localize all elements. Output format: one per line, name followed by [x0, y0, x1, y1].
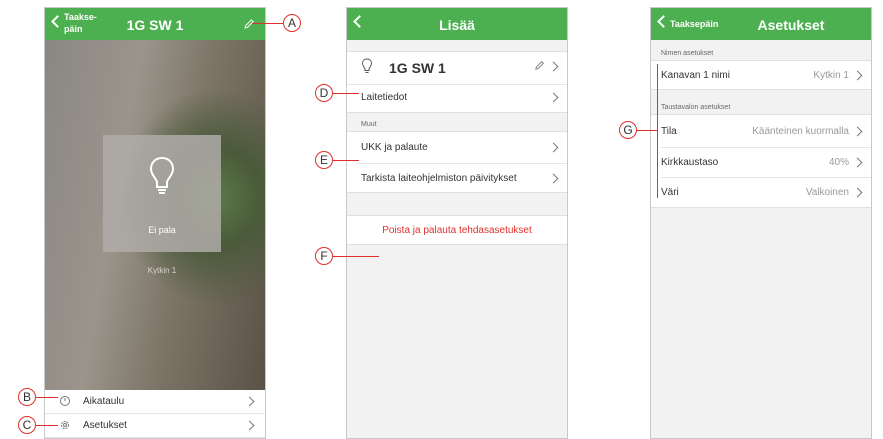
callout-d: D [315, 84, 333, 102]
chevron-right-icon [548, 173, 559, 184]
chevron-right-icon [244, 420, 255, 431]
bulb-icon [361, 58, 373, 73]
channel-name-row[interactable]: Kanavan 1 nimi Kytkin 1 [651, 61, 871, 89]
device-info-label: Laitetiedot [361, 92, 408, 103]
chevron-right-icon [548, 142, 559, 153]
color-label: Väri [661, 187, 679, 198]
more-screen: Lisää 1G SW 1 Laitetiedot Muut UKK ja pa… [346, 7, 568, 439]
header-bar: Taakse- päin 1G SW 1 [45, 8, 265, 40]
color-row[interactable]: Väri Valkoinen [651, 178, 871, 206]
switch-state: Ei pala [148, 225, 176, 235]
bottom-list: Aikataulu Asetukset [45, 390, 265, 438]
callout-line [36, 425, 58, 426]
name-card: Kanavan 1 nimi Kytkin 1 [651, 60, 871, 90]
callout-a: A [283, 14, 301, 32]
section-name-settings: Nimen asetukset [661, 50, 714, 57]
callout-c: C [18, 416, 36, 434]
pencil-icon[interactable] [534, 60, 545, 71]
bulb-icon [149, 156, 175, 194]
callout-line [36, 397, 58, 398]
brightness-value: 40% [828, 157, 849, 168]
callout-line [252, 23, 284, 24]
callout-f: F [315, 247, 333, 265]
header-bar: Lisää [347, 8, 567, 40]
brightness-label: Kirkkaustaso [661, 157, 719, 168]
callout-e: E [315, 151, 333, 169]
channel-name-value: Kytkin 1 [813, 70, 849, 81]
callout-b: B [18, 388, 36, 406]
header-bar: Taaksepäin Asetukset [651, 8, 871, 40]
reset-card: Poista ja palauta tehdasasetukset [347, 215, 567, 245]
settings-screen: Taaksepäin Asetukset Nimen asetukset Kan… [650, 7, 872, 439]
callout-bracket [657, 64, 658, 198]
section-other: Muut [361, 121, 377, 128]
channel-name-label: Kanavan 1 nimi [661, 70, 730, 81]
callout-g: G [619, 121, 637, 139]
firmware-label: Tarkista laiteohjelmiston päivitykset [361, 173, 517, 184]
chevron-right-icon [244, 396, 255, 407]
mode-value: Käänteinen kuormalla [752, 126, 849, 137]
chevron-right-icon [852, 157, 863, 168]
channel-label: Kytkin 1 [147, 266, 177, 275]
device-screen: Taakse- päin 1G SW 1 Ei pala Kytkin 1 Ai… [44, 7, 266, 439]
backlight-card: Tila Käänteinen kuormalla Kirkkaustaso 4… [651, 114, 871, 208]
pencil-icon[interactable] [243, 18, 255, 30]
gear-icon [61, 421, 69, 429]
other-card: UKK ja palaute Tarkista laiteohjelmiston… [347, 131, 567, 193]
callout-line [333, 93, 359, 94]
page-title: 1G SW 1 [126, 17, 184, 33]
clock-icon [60, 396, 70, 406]
device-info-row[interactable]: Laitetiedot [347, 86, 567, 112]
faq-row[interactable]: UKK ja palaute [347, 134, 567, 160]
reset-button[interactable]: Poista ja palauta tehdasasetukset [347, 225, 567, 236]
section-backlight-settings: Taustavalon asetukset [661, 104, 731, 111]
callout-line [637, 130, 657, 131]
brightness-row[interactable]: Kirkkaustaso 40% [651, 148, 871, 176]
page-title: Lisää [439, 17, 475, 33]
faq-label: UKK ja palaute [361, 142, 428, 153]
chevron-right-icon [852, 126, 863, 137]
callout-line [333, 256, 379, 257]
page-title: Asetukset [757, 17, 825, 33]
device-card: 1G SW 1 Laitetiedot [347, 51, 567, 113]
settings-label: Asetukset [83, 420, 127, 431]
canvas: Taakse- päin 1G SW 1 Ei pala Kytkin 1 Ai… [0, 0, 883, 439]
chevron-right-icon [852, 187, 863, 198]
schedule-label: Aikataulu [83, 396, 125, 407]
chevron-right-icon [548, 61, 559, 72]
list-item-schedule[interactable]: Aikataulu [45, 390, 265, 414]
back-chevron-icon[interactable] [657, 15, 670, 28]
mode-row[interactable]: Tila Käänteinen kuormalla [651, 117, 871, 145]
device-name: 1G SW 1 [389, 60, 446, 76]
callout-line [333, 160, 359, 161]
color-value: Valkoinen [805, 187, 849, 198]
mode-label: Tila [661, 126, 677, 137]
firmware-row[interactable]: Tarkista laiteohjelmiston päivitykset [347, 165, 567, 191]
chevron-right-icon [548, 92, 559, 103]
chevron-right-icon [852, 70, 863, 81]
list-item-settings[interactable]: Asetukset [45, 414, 265, 438]
